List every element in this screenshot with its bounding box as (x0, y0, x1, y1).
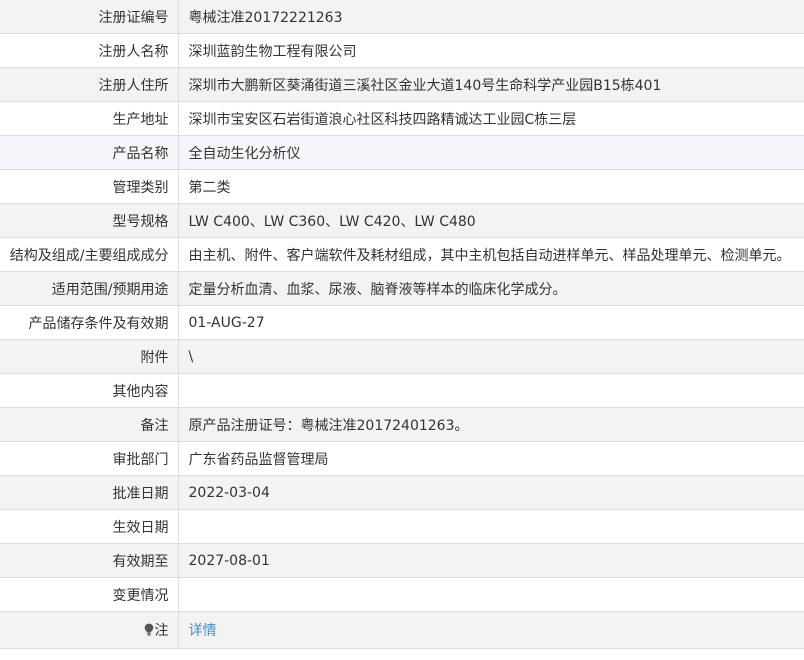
row-value: LW C400、LW C360、LW C420、LW C480 (177, 203, 804, 238)
row-value: 粤械注准20172221263 (177, 0, 804, 34)
row-storage-validity: 产品储存条件及有效期 01-AUG-27 (0, 305, 804, 340)
row-label: 批准日期 (0, 475, 178, 510)
row-value: 定量分析血清、血浆、尿液、脑脊液等样本的临床化学成分。 (177, 271, 804, 306)
lightbulb-icon (144, 623, 153, 636)
row-label: 结构及组成/主要组成成分 (0, 237, 178, 272)
row-value: 01-AUG-27 (177, 305, 804, 340)
row-label: 有效期至 (0, 543, 178, 578)
row-label: 备注 (0, 407, 178, 442)
row-label: 审批部门 (0, 441, 178, 476)
row-label: 注 (0, 611, 178, 649)
row-product-name: 产品名称 全自动生化分析仪 (0, 135, 804, 170)
row-attachment: 附件 \ (0, 339, 804, 374)
row-value: \ (177, 339, 804, 374)
row-label: 生产地址 (0, 101, 178, 136)
row-value: 详情 (177, 611, 804, 649)
row-structure-composition: 结构及组成/主要组成成分 由主机、附件、客户端软件及耗材组成，其中主机包括自动进… (0, 237, 804, 272)
note-label-wrap: 注 (144, 620, 169, 640)
row-registration-number: 注册证编号 粤械注准20172221263 (0, 0, 804, 34)
details-link[interactable]: 详情 (189, 623, 217, 639)
row-registrant-name: 注册人名称 深圳蓝韵生物工程有限公司 (0, 33, 804, 68)
row-registrant-address: 注册人住所 深圳市大鹏新区葵涌街道三溪社区金业大道140号生命科学产业园B15栋… (0, 67, 804, 102)
row-production-address: 生产地址 深圳市宝安区石岩街道浪心社区科技四路精诚达工业园C栋三层 (0, 101, 804, 136)
row-change-history: 变更情况 (0, 577, 804, 612)
registration-detail-table: 注册证编号 粤械注准20172221263 注册人名称 深圳蓝韵生物工程有限公司… (0, 0, 804, 649)
row-value: 第二类 (177, 169, 804, 204)
row-valid-until: 有效期至 2027-08-01 (0, 543, 804, 578)
row-intended-use: 适用范围/预期用途 定量分析血清、血浆、尿液、脑脊液等样本的临床化学成分。 (0, 271, 804, 306)
row-label: 产品储存条件及有效期 (0, 305, 178, 340)
row-other-content: 其他内容 (0, 373, 804, 408)
row-label: 其他内容 (0, 373, 178, 408)
row-label: 注册人住所 (0, 67, 178, 102)
row-approval-date: 批准日期 2022-03-04 (0, 475, 804, 510)
row-value: 深圳蓝韵生物工程有限公司 (177, 33, 804, 68)
row-label: 附件 (0, 339, 178, 374)
row-remarks: 备注 原产品注册证号：粤械注准20172401263。 (0, 407, 804, 442)
row-label: 变更情况 (0, 577, 178, 612)
row-value: 广东省药品监督管理局 (177, 441, 804, 476)
row-value (177, 509, 804, 544)
row-value: 原产品注册证号：粤械注准20172401263。 (177, 407, 804, 442)
row-value (177, 577, 804, 612)
row-value (177, 373, 804, 408)
row-value: 全自动生化分析仪 (177, 135, 804, 170)
row-label: 适用范围/预期用途 (0, 271, 178, 306)
note-label: 注 (154, 622, 169, 639)
row-value: 深圳市宝安区石岩街道浪心社区科技四路精诚达工业园C栋三层 (177, 101, 804, 136)
row-value: 2027-08-01 (177, 543, 804, 578)
row-label: 产品名称 (0, 135, 178, 170)
row-value: 深圳市大鹏新区葵涌街道三溪社区金业大道140号生命科学产业园B15栋401 (177, 67, 804, 102)
row-label: 注册证编号 (0, 0, 178, 34)
row-model-spec: 型号规格 LW C400、LW C360、LW C420、LW C480 (0, 203, 804, 238)
row-label: 注册人名称 (0, 33, 178, 68)
row-value: 2022-03-04 (177, 475, 804, 510)
row-approval-department: 审批部门 广东省药品监督管理局 (0, 441, 804, 476)
row-effective-date: 生效日期 (0, 509, 804, 544)
row-label: 管理类别 (0, 169, 178, 204)
row-value: 由主机、附件、客户端软件及耗材组成，其中主机包括自动进样单元、样品处理单元、检测… (177, 237, 804, 272)
row-management-category: 管理类别 第二类 (0, 169, 804, 204)
row-label: 生效日期 (0, 509, 178, 544)
detail-table-body: 注册证编号 粤械注准20172221263 注册人名称 深圳蓝韵生物工程有限公司… (0, 0, 804, 649)
row-note: 注 详情 (0, 611, 804, 649)
row-label: 型号规格 (0, 203, 178, 238)
